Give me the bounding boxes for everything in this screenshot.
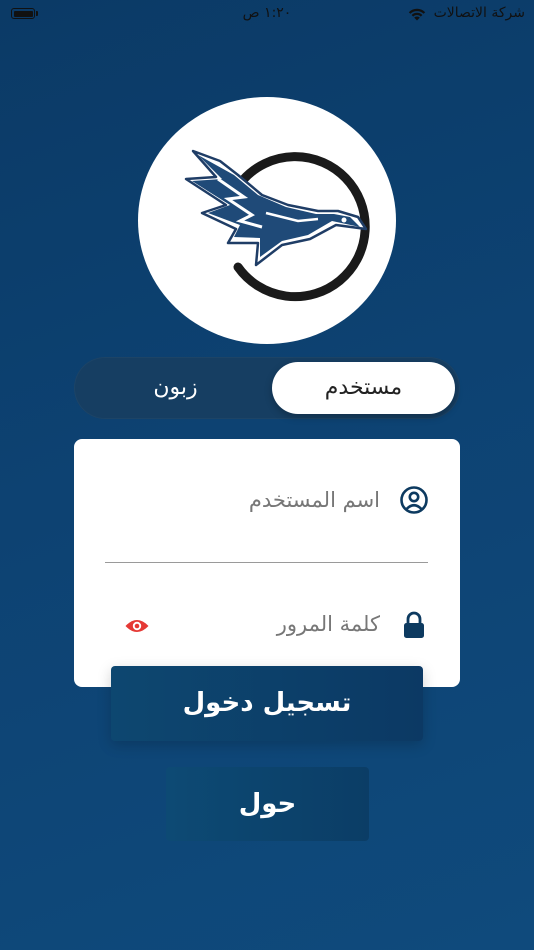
about-button-label: حول: [238, 789, 297, 819]
account-type-toggle: مستخدم زبون: [74, 357, 460, 419]
login-card: اسم المستخدم كلمة المرور: [74, 439, 460, 687]
login-button[interactable]: تسجيل دخول: [111, 666, 423, 741]
carrier-name: شركة الاتصالات: [433, 5, 525, 21]
wifi-icon: [408, 8, 426, 21]
field-divider: [105, 562, 428, 563]
username-placeholder: اسم المستخدم: [248, 488, 380, 512]
toggle-option-customer[interactable]: زبون: [84, 357, 267, 419]
eye-icon[interactable]: [124, 615, 150, 637]
about-button[interactable]: حول: [166, 767, 369, 841]
logo-circle: [138, 97, 396, 344]
login-button-label: تسجيل دخول: [182, 688, 352, 718]
lock-icon: [404, 611, 424, 638]
eagle-logo-icon: [184, 149, 370, 302]
status-bar: ١:٢٠ ص شركة الاتصالات: [0, 0, 534, 30]
username-field[interactable]: اسم المستخدم: [74, 470, 460, 530]
user-circle-icon: [400, 486, 428, 514]
password-placeholder: كلمة المرور: [276, 612, 380, 636]
toggle-option-user[interactable]: مستخدم: [272, 357, 455, 419]
